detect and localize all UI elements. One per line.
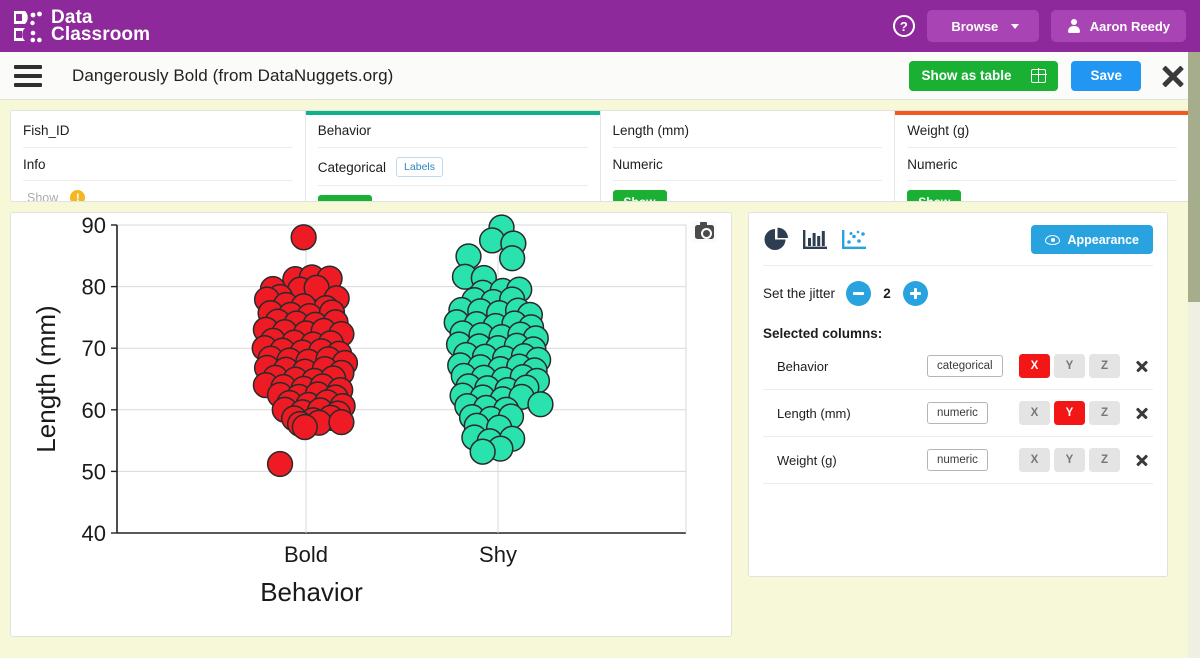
axis-z-button[interactable]: Z	[1089, 354, 1120, 378]
jitter-increase-button[interactable]	[903, 281, 929, 306]
column-accent-bar	[600, 111, 895, 115]
document-toolbar: Dangerously Bold (from DataNuggets.org) …	[0, 52, 1200, 100]
scatter-plot[interactable]: 40 50 60 70 80 90 Bold Shy Behavior Length (mm)	[11, 213, 731, 636]
column-accent-bar	[11, 111, 305, 115]
axis-selector: X Y Z	[1019, 401, 1151, 425]
scatter-plot-icon[interactable]	[841, 227, 867, 252]
page-scrollbar[interactable]	[1188, 52, 1200, 658]
svg-text:Shy: Shy	[479, 542, 517, 567]
axis-y-button[interactable]: Y	[1054, 354, 1085, 378]
save-button[interactable]: Save	[1071, 60, 1141, 91]
jitter-decrease-button[interactable]	[846, 281, 872, 306]
show-button-disabled: Show	[27, 190, 59, 202]
close-icon[interactable]	[1160, 63, 1186, 89]
column-type-chip[interactable]: numeric	[927, 402, 988, 424]
appearance-button[interactable]: Appearance	[1031, 225, 1153, 254]
app-header: Data Classroom ? Browse Aaron Reedy	[0, 0, 1200, 52]
svg-text:80: 80	[82, 275, 106, 300]
axis-z-button[interactable]: Z	[1089, 401, 1120, 425]
show-button[interactable]: Show	[612, 190, 667, 201]
scrollbar-thumb[interactable]	[1188, 52, 1200, 302]
jitter-label: Set the jitter	[763, 286, 836, 301]
svg-text:40: 40	[82, 521, 106, 546]
table-icon	[1030, 67, 1048, 84]
column-name: Weight (g)	[907, 111, 1177, 148]
jitter-control: Set the jitter 2	[763, 266, 1153, 310]
browse-button[interactable]: Browse	[926, 10, 1039, 42]
axis-x-button[interactable]: X	[1019, 354, 1050, 378]
bar-chart-icon[interactable]	[802, 227, 828, 252]
column-type: Numeric	[612, 157, 663, 172]
appearance-label: Appearance	[1067, 232, 1139, 247]
remove-column-icon[interactable]	[1133, 404, 1151, 422]
chart-settings-panel: Appearance Set the jitter 2 Selected col…	[748, 212, 1168, 577]
remove-column-icon[interactable]	[1133, 357, 1151, 375]
selected-column-name: Length (mm)	[777, 405, 851, 421]
svg-text:50: 50	[82, 459, 106, 484]
axis-x-button[interactable]: X	[1019, 448, 1050, 472]
main-content: 40 50 60 70 80 90 Bold Shy Behavior Length (mm)	[0, 202, 1200, 644]
axis-z-button[interactable]: Z	[1089, 448, 1120, 472]
svg-text:Length (mm): Length (mm)	[31, 305, 61, 452]
user-icon	[1067, 19, 1081, 33]
show-button[interactable]: Show	[317, 195, 372, 201]
axis-selector: X Y Z	[1019, 448, 1151, 472]
logo-line-2: Classroom	[51, 24, 151, 45]
selected-column-row-length: Length (mm) numeric X Y Z	[763, 390, 1153, 437]
user-menu-button[interactable]: Aaron Reedy	[1050, 10, 1186, 42]
column-type: Categorical	[317, 159, 387, 175]
chart-card: 40 50 60 70 80 90 Bold Shy Behavior Length (mm)	[10, 212, 732, 637]
axis-x-button[interactable]: X	[1019, 401, 1050, 425]
column-type-chip[interactable]: categorical	[927, 355, 1003, 377]
column-type: Info	[23, 157, 46, 172]
app-logo-text: Data Classroom	[51, 8, 151, 45]
column-accent-bar	[895, 111, 1189, 115]
column-name: Behavior	[317, 111, 588, 148]
selected-column-row-weight: Weight (g) numeric X Y Z	[763, 437, 1153, 484]
axis-y-button[interactable]: Y	[1054, 401, 1085, 425]
column-card-fish-id[interactable]: Fish_ID Info Show !	[11, 111, 306, 201]
column-card-weight[interactable]: Weight (g) Numeric Show	[895, 111, 1189, 201]
chevron-down-icon	[1011, 23, 1020, 29]
show-as-table-label: Show as table	[921, 68, 1012, 83]
svg-text:Behavior: Behavior	[260, 577, 363, 607]
show-as-table-button[interactable]: Show as table	[909, 60, 1059, 91]
labels-chip[interactable]: Labels	[396, 157, 443, 177]
app-logo[interactable]: Data Classroom	[12, 8, 151, 45]
selected-column-name: Behavior	[777, 358, 829, 374]
user-name-label: Aaron Reedy	[1089, 18, 1170, 34]
browse-label: Browse	[951, 18, 999, 34]
column-type-chip[interactable]: numeric	[927, 449, 988, 471]
svg-text:Bold: Bold	[284, 542, 328, 567]
column-type: Numeric	[907, 157, 958, 172]
svg-text:70: 70	[82, 336, 106, 361]
axis-selector: X Y Z	[1019, 354, 1151, 378]
camera-icon[interactable]	[691, 221, 717, 243]
column-card-behavior[interactable]: Behavior Categorical Labels Show	[305, 111, 601, 201]
column-name: Fish_ID	[23, 111, 293, 148]
selected-columns-heading: Selected columns:	[763, 326, 883, 341]
show-button[interactable]: Show	[907, 190, 962, 201]
axis-y-button[interactable]: Y	[1054, 448, 1085, 472]
eye-icon	[1045, 234, 1061, 245]
selected-column-row-behavior: Behavior categorical X Y Z	[763, 343, 1153, 390]
dataclassroom-logo-icon	[14, 11, 42, 43]
pie-chart-icon[interactable]	[763, 227, 789, 252]
warning-icon[interactable]: !	[70, 190, 86, 201]
column-card-length[interactable]: Length (mm) Numeric Show	[600, 111, 896, 201]
column-accent-bar	[305, 111, 600, 115]
selected-column-name: Weight (g)	[777, 452, 837, 468]
jitter-value: 2	[883, 286, 891, 301]
svg-text:60: 60	[82, 398, 106, 423]
remove-column-icon[interactable]	[1133, 451, 1151, 469]
page-title: Dangerously Bold (from DataNuggets.org)	[72, 65, 394, 85]
column-name: Length (mm)	[612, 111, 883, 148]
column-cards-strip: Fish_ID Info Show ! Behavior Categorical…	[10, 110, 1190, 202]
help-icon[interactable]: ?	[892, 15, 915, 37]
menu-icon[interactable]	[14, 64, 42, 87]
svg-text:90: 90	[82, 213, 106, 238]
